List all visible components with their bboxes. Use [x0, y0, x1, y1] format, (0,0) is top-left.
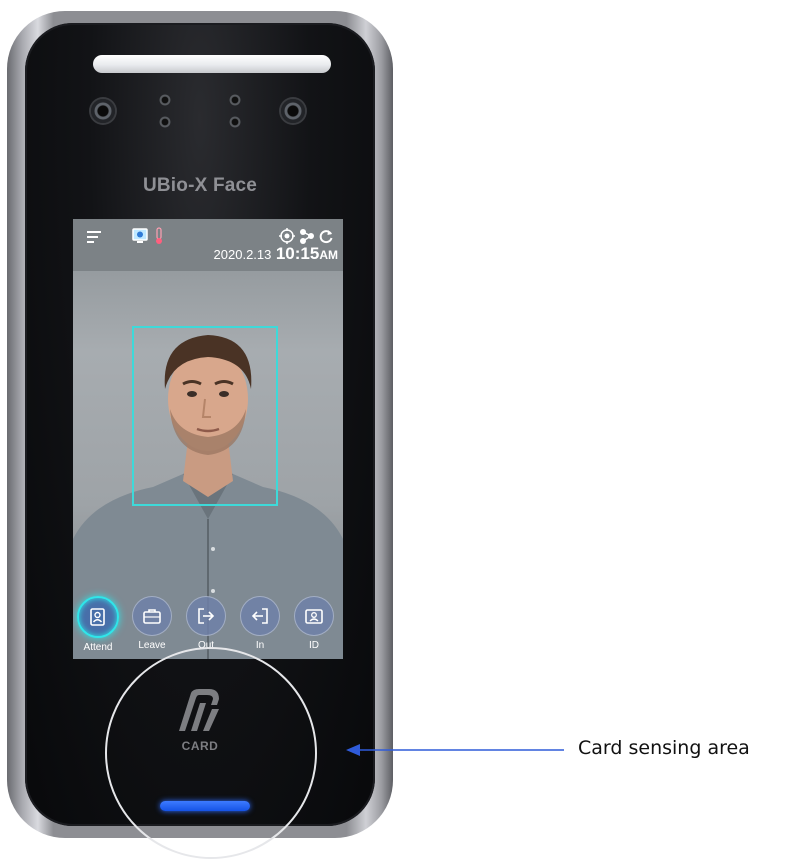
sync-icon[interactable] [318, 228, 334, 244]
device-body: UBio-X Face 2020.2.13 10:15AM Attend Lea… [7, 11, 393, 859]
touch-screen[interactable]: 2020.2.13 10:15AM Attend Leave Out In ID [73, 219, 343, 659]
fill-light-bar [93, 55, 331, 73]
enter-icon [251, 608, 268, 624]
leave-button[interactable]: Leave [126, 587, 178, 651]
id-card-icon [305, 609, 323, 624]
card-sensing-ring[interactable] [105, 647, 317, 859]
out-button[interactable]: Out [180, 587, 232, 651]
ir-sensor-icon [159, 116, 171, 128]
ir-sensor-icon [159, 94, 171, 106]
status-led [160, 801, 250, 811]
thermometer-icon [156, 227, 162, 244]
device-bezel: UBio-X Face 2020.2.13 10:15AM Attend Lea… [25, 23, 375, 859]
brand-label: UBio-X Face [142, 175, 258, 196]
location-icon [279, 228, 295, 244]
time-text: 10:15 [275, 244, 320, 263]
attend-button[interactable]: Attend [73, 587, 124, 653]
id-button[interactable]: ID [288, 587, 340, 651]
face-detection-box [132, 326, 278, 506]
left-camera-icon [91, 99, 115, 123]
monitor-icon [132, 228, 148, 243]
id-label: ID [309, 640, 319, 651]
exit-icon [198, 608, 215, 624]
menu-icon[interactable] [87, 231, 103, 243]
callout-label: Card sensing area [578, 737, 750, 759]
leave-label: Leave [138, 640, 166, 651]
in-label: In [255, 640, 265, 651]
callout-arrow [346, 744, 564, 756]
date-text: 2020.2.13 [213, 247, 272, 262]
attend-card-icon [90, 608, 105, 626]
briefcase-icon [143, 609, 161, 624]
ampm-text: AM [319, 248, 338, 262]
attend-label: Attend [83, 642, 113, 653]
ir-sensor-icon [229, 116, 241, 128]
in-button[interactable]: In [234, 587, 286, 651]
card-logo-icon [179, 689, 219, 731]
ir-sensor-icon [229, 94, 241, 106]
network-icon [300, 229, 314, 244]
right-camera-icon [281, 99, 305, 123]
status-bar: 2020.2.13 10:15AM [73, 219, 343, 271]
date-time: 2020.2.13 10:15AM [214, 244, 338, 264]
card-label: CARD [181, 739, 219, 753]
